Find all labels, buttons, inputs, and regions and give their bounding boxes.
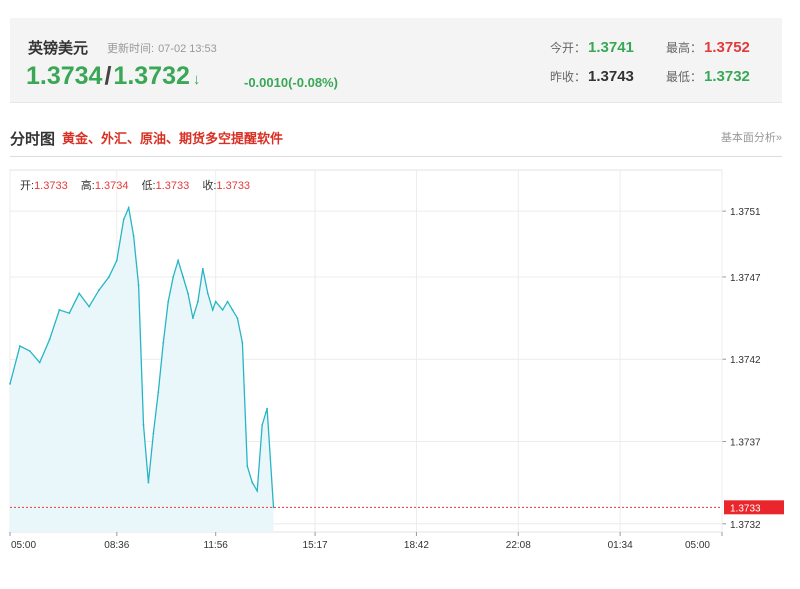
section-header: 分时图 黄金、外汇、原油、期货多空提醒软件 基本面分析» <box>10 124 782 157</box>
x-tick-label: 08:36 <box>104 540 129 551</box>
price-point <box>214 300 217 303</box>
price-point <box>246 465 249 468</box>
price-point <box>187 292 189 295</box>
ohlc-close-label: 收: <box>202 180 217 192</box>
stat-low-value: 1.3732 <box>704 68 750 85</box>
stat-high-label: 最高： <box>666 41 703 55</box>
timeshare-chart: 1.3751 1.3747 1.3742 1.3737 1.3732 05:00 08:36… <box>0 160 800 584</box>
price-point <box>177 259 180 262</box>
price-point <box>251 481 254 484</box>
ohlc-low-value: 1.3733 <box>155 180 190 192</box>
price-point <box>152 432 155 435</box>
price-separator: / <box>104 62 112 90</box>
ohlc-close-value: 1.3733 <box>216 180 251 192</box>
y-tick-label: 1.3747 <box>730 273 761 284</box>
stat-open: 今开： 1.3741 <box>550 39 634 56</box>
price-point <box>58 308 61 311</box>
price-point <box>221 308 224 311</box>
price-point <box>192 317 194 319</box>
ohlc-low-label: 低: <box>141 180 156 192</box>
price-point <box>226 300 229 303</box>
stat-low: 最低： 1.3732 <box>666 68 750 85</box>
price-point <box>261 424 264 426</box>
ohlc-high-label: 高: <box>80 180 95 192</box>
price-point <box>48 338 51 341</box>
price-point <box>256 489 259 492</box>
ohlc-high: 高:1.3734 <box>81 180 129 192</box>
stat-high-value: 1.3752 <box>704 39 750 56</box>
stat-low-label: 最低： <box>666 70 703 84</box>
chart-canvas: 1.3751 1.3747 1.3742 1.3737 1.3732 05:00 08:36… <box>9 169 784 551</box>
price-point <box>147 481 150 484</box>
price-point <box>98 289 100 292</box>
x-tick-label: 01:34 <box>608 540 633 551</box>
price-point <box>127 206 130 209</box>
current-price-label: 1.3733 <box>730 503 761 514</box>
price-point <box>107 276 110 278</box>
price-point <box>167 300 170 303</box>
price-point <box>201 267 204 270</box>
stat-prev-close-value: 1.3743 <box>588 68 634 85</box>
y-tick-label: 1.3751 <box>730 207 761 218</box>
price-display: 1.3734/1.3732 ↓ <box>26 62 200 91</box>
promo-link[interactable]: 黄金、外汇、原油、期货多空提醒软件 <box>62 128 283 147</box>
y-tick-label: 1.3732 <box>730 520 761 531</box>
ohlc-close: 收:1.3733 <box>202 180 250 192</box>
price-point <box>211 308 214 311</box>
price-point <box>241 341 244 344</box>
down-arrow-icon: ↓ <box>192 71 201 88</box>
price-change: -0.0010(-0.08%) <box>244 75 338 90</box>
ask-price: 1.3732 <box>113 62 190 90</box>
price-point <box>28 350 31 352</box>
stat-prev-close-label: 昨收： <box>550 70 587 84</box>
update-time-value: 07-02 13:53 <box>158 43 217 55</box>
ohlc-low: 低:1.3733 <box>142 180 190 192</box>
price-point <box>137 284 140 287</box>
price-point <box>231 308 234 311</box>
x-tick-label: 05:00 <box>685 540 710 551</box>
x-tick-label: 22:08 <box>506 540 531 551</box>
price-point <box>9 383 11 385</box>
x-tick-label: 15:17 <box>303 540 328 551</box>
ohlc-open-value: 1.3733 <box>34 180 68 192</box>
price-point <box>122 218 125 221</box>
stat-open-value: 1.3741 <box>588 39 634 56</box>
x-tick-label: 05:00 <box>11 540 36 551</box>
section-title: 分时图 <box>10 131 56 148</box>
price-point <box>78 292 81 295</box>
price-point <box>132 234 135 237</box>
price-point <box>38 361 41 364</box>
ohlc-readout: 开:1.3733 高:1.3734 低:1.3733 收:1.3733 <box>20 177 250 193</box>
price-point <box>142 424 145 426</box>
y-tick-label: 1.3742 <box>730 355 761 366</box>
price-point <box>157 391 160 394</box>
price-point <box>68 312 71 315</box>
quote-panel: 英镑美元 更新时间: 07-02 13:53 1.3734/1.3732 ↓ -0.… <box>10 18 782 103</box>
price-point <box>206 292 209 295</box>
stat-prev-close: 昨收： 1.3743 <box>550 68 634 85</box>
fundamental-analysis-link[interactable]: 基本面分析» <box>721 129 782 145</box>
x-tick-label: 18:42 <box>404 540 429 551</box>
bid-price: 1.3734 <box>26 62 103 90</box>
price-point <box>196 300 199 303</box>
y-tick-label: 1.3737 <box>730 438 761 449</box>
price-point <box>172 276 175 278</box>
x-tick-label: 11:56 <box>204 540 229 551</box>
update-time-label: 更新时间: <box>107 43 155 55</box>
stat-high: 最高： 1.3752 <box>666 39 750 56</box>
ohlc-open-label: 开: <box>20 180 35 192</box>
pair-name: 英镑美元 <box>28 40 89 57</box>
stat-open-label: 今开： <box>550 41 587 55</box>
price-point <box>88 305 91 308</box>
price-point <box>182 276 184 278</box>
price-point <box>266 407 269 410</box>
ohlc-open: 开:1.3733 <box>20 180 68 192</box>
ohlc-high-value: 1.3734 <box>94 180 129 192</box>
price-point <box>162 341 165 344</box>
price-point <box>236 317 239 319</box>
price-point <box>115 259 118 262</box>
update-time: 更新时间: 07-02 13:53 <box>107 40 221 56</box>
price-point <box>18 345 21 347</box>
